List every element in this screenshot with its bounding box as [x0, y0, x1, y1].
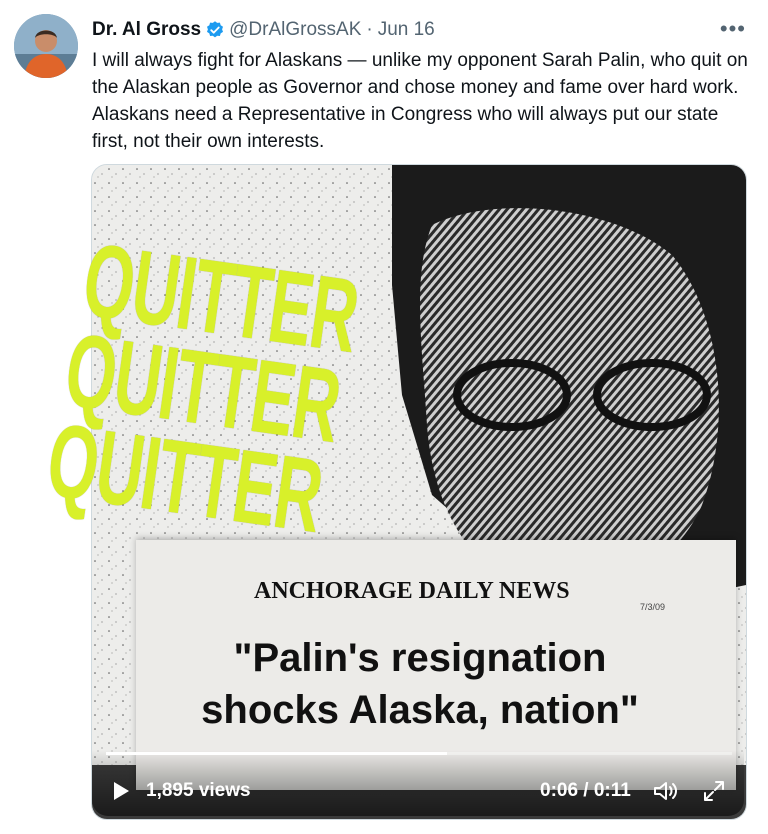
author-name[interactable]: Dr. Al Gross — [92, 19, 201, 41]
view-count: 1,895 views — [146, 780, 251, 801]
more-options-icon[interactable]: ••• — [720, 16, 746, 42]
video-time: 0:06 / 0:11 — [540, 780, 631, 801]
volume-icon[interactable] — [652, 779, 678, 803]
headline-line-2: shocks Alaska, nation" — [201, 688, 639, 732]
video-progress-fill — [106, 752, 448, 755]
newspaper-date: 7/3/09 — [640, 602, 666, 612]
tweet-date[interactable]: Jun 16 — [378, 19, 435, 41]
newspaper-headline: "Palin's resignation shocks Alaska, nati… — [100, 632, 740, 736]
avatar[interactable] — [14, 14, 78, 78]
fullscreen-icon[interactable] — [702, 779, 726, 803]
author-handle[interactable]: @DrAlGrossAK — [229, 19, 361, 41]
newspaper-masthead: ANCHORAGE DAILY NEWS — [254, 578, 570, 604]
tweet: Dr. Al Gross @DrAlGrossAK · Jun 16 ••• I… — [0, 0, 768, 834]
video-progress-bar[interactable] — [106, 752, 732, 755]
verified-badge-icon — [205, 20, 225, 40]
tweet-header: Dr. Al Gross @DrAlGrossAK · Jun 16 — [92, 16, 435, 44]
play-icon[interactable] — [110, 780, 132, 802]
headline-line-1: "Palin's resignation — [233, 636, 607, 680]
separator-dot: · — [366, 19, 373, 40]
tweet-text: I will always fight for Alaskans — unlik… — [92, 50, 748, 152]
